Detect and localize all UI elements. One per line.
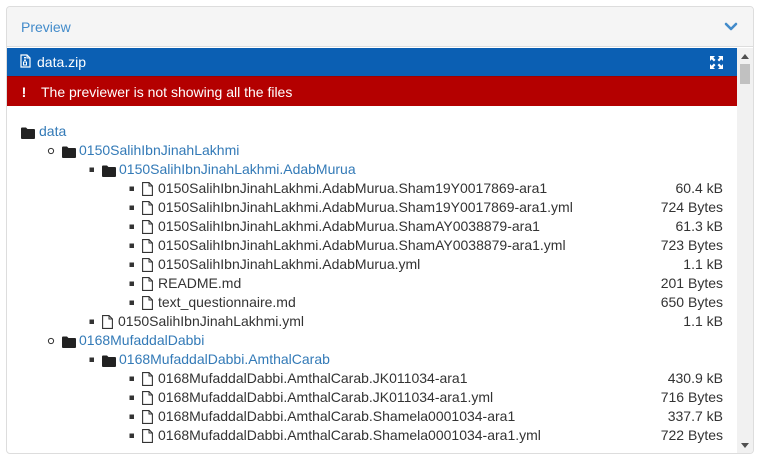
vertical-scrollbar[interactable]: [737, 48, 753, 453]
tree-file: 0168MufaddalDabbi.AmthalCarab.Shamela000…: [7, 426, 737, 445]
scrollbar-thumb[interactable]: [740, 64, 750, 84]
square-bullet-icon: [129, 426, 135, 450]
file-name-group: data.zip: [20, 53, 87, 71]
file-size: 716 Bytes: [660, 389, 723, 405]
file-size: 430.9 kB: [667, 370, 723, 386]
tree-file: 0150SalihIbnJinahLakhmi.AdabMurua.Sham19…: [7, 179, 737, 198]
chevron-down-icon[interactable]: [723, 19, 739, 35]
panel-header[interactable]: Preview: [7, 7, 753, 47]
folder-link[interactable]: 0150SalihIbnJinahLakhmi: [79, 141, 239, 160]
tree-file: text_questionnaire.md 650 Bytes: [7, 293, 737, 312]
tree-file: 0150SalihIbnJinahLakhmi.AdabMurua.Sham19…: [7, 198, 737, 217]
file-tree: data 0150SalihIbnJinahLakhmi 0150SalihIb…: [7, 106, 737, 445]
file-name: 0168MufaddalDabbi.AmthalCarab.Shamela000…: [158, 427, 541, 443]
file-name: 0150SalihIbnJinahLakhmi.AdabMurua.Sham19…: [158, 199, 573, 215]
file-size: 724 Bytes: [660, 199, 723, 215]
preview-scroll-area[interactable]: data.zip ! The previewer is not showing …: [7, 48, 737, 453]
file-name: 0150SalihIbnJinahLakhmi.AdabMurua.ShamAY…: [158, 218, 540, 234]
file-name: 0150SalihIbnJinahLakhmi.yml: [118, 313, 304, 329]
folder-link[interactable]: 0168MufaddalDabbi.AmthalCarab: [119, 350, 330, 369]
preview-panel: Preview data.zip ! The previewer is not …: [6, 6, 754, 454]
file-name: 0150SalihIbnJinahLakhmi.AdabMurua.yml: [158, 256, 421, 272]
scroll-up-arrow-icon[interactable]: [737, 48, 753, 64]
tree-file: 0168MufaddalDabbi.AmthalCarab.JK011034-a…: [7, 388, 737, 407]
folder-link[interactable]: 0150SalihIbnJinahLakhmi.AdabMurua: [119, 160, 356, 179]
tree-file: 0150SalihIbnJinahLakhmi.yml 1.1 kB: [7, 312, 737, 331]
tree-folder: 0150SalihIbnJinahLakhmi.AdabMurua: [7, 160, 737, 179]
file-size: 723 Bytes: [660, 237, 723, 253]
file-icon: [142, 429, 153, 448]
folder-link-data[interactable]: data: [39, 122, 66, 141]
file-name: text_questionnaire.md: [158, 294, 296, 310]
tree-file: 0168MufaddalDabbi.AmthalCarab.JK011034-a…: [7, 369, 737, 388]
file-name: README.md: [158, 275, 242, 291]
preview-body: data.zip ! The previewer is not showing …: [7, 48, 753, 453]
tree-file: 0168MufaddalDabbi.AmthalCarab.Shamela000…: [7, 407, 737, 426]
tree-file: 0150SalihIbnJinahLakhmi.AdabMurua.ShamAY…: [7, 236, 737, 255]
file-size: 1.1 kB: [683, 313, 723, 329]
panel-title: Preview: [21, 18, 71, 35]
file-name: data.zip: [37, 54, 87, 70]
file-name: 0150SalihIbnJinahLakhmi.AdabMurua.Sham19…: [158, 180, 548, 196]
alert-message: The previewer is not showing all the fil…: [41, 83, 293, 100]
tree-file: 0150SalihIbnJinahLakhmi.AdabMurua.ShamAY…: [7, 217, 737, 236]
tree-folder-root: data: [7, 122, 737, 141]
zip-file-icon: [20, 53, 31, 71]
warning-alert: ! The previewer is not showing all the f…: [7, 76, 737, 106]
tree-file: README.md 201 Bytes: [7, 274, 737, 293]
file-size: 60.4 kB: [675, 180, 723, 196]
tree-file: 0150SalihIbnJinahLakhmi.AdabMurua.yml 1.…: [7, 255, 737, 274]
file-size: 201 Bytes: [660, 275, 723, 291]
scroll-down-arrow-icon[interactable]: [737, 437, 753, 453]
file-size: 61.3 kB: [675, 218, 723, 234]
file-size: 650 Bytes: [660, 294, 723, 310]
tree-folder: 0168MufaddalDabbi.AmthalCarab: [7, 350, 737, 369]
file-size: 1.1 kB: [683, 256, 723, 272]
file-name: 0168MufaddalDabbi.AmthalCarab.JK011034-a…: [158, 370, 468, 386]
file-name: 0168MufaddalDabbi.AmthalCarab.Shamela000…: [158, 408, 516, 424]
fullscreen-icon[interactable]: [710, 55, 723, 69]
file-bar: data.zip: [7, 48, 737, 76]
file-size: 337.7 kB: [667, 408, 723, 424]
file-size: 722 Bytes: [660, 427, 723, 443]
file-name: 0168MufaddalDabbi.AmthalCarab.JK011034-a…: [158, 389, 494, 405]
file-name: 0150SalihIbnJinahLakhmi.AdabMurua.ShamAY…: [158, 237, 566, 253]
exclamation-icon: !: [21, 83, 27, 100]
tree-folder: 0168MufaddalDabbi: [7, 331, 737, 350]
tree-folder: 0150SalihIbnJinahLakhmi: [7, 141, 737, 160]
folder-link[interactable]: 0168MufaddalDabbi: [79, 331, 204, 350]
